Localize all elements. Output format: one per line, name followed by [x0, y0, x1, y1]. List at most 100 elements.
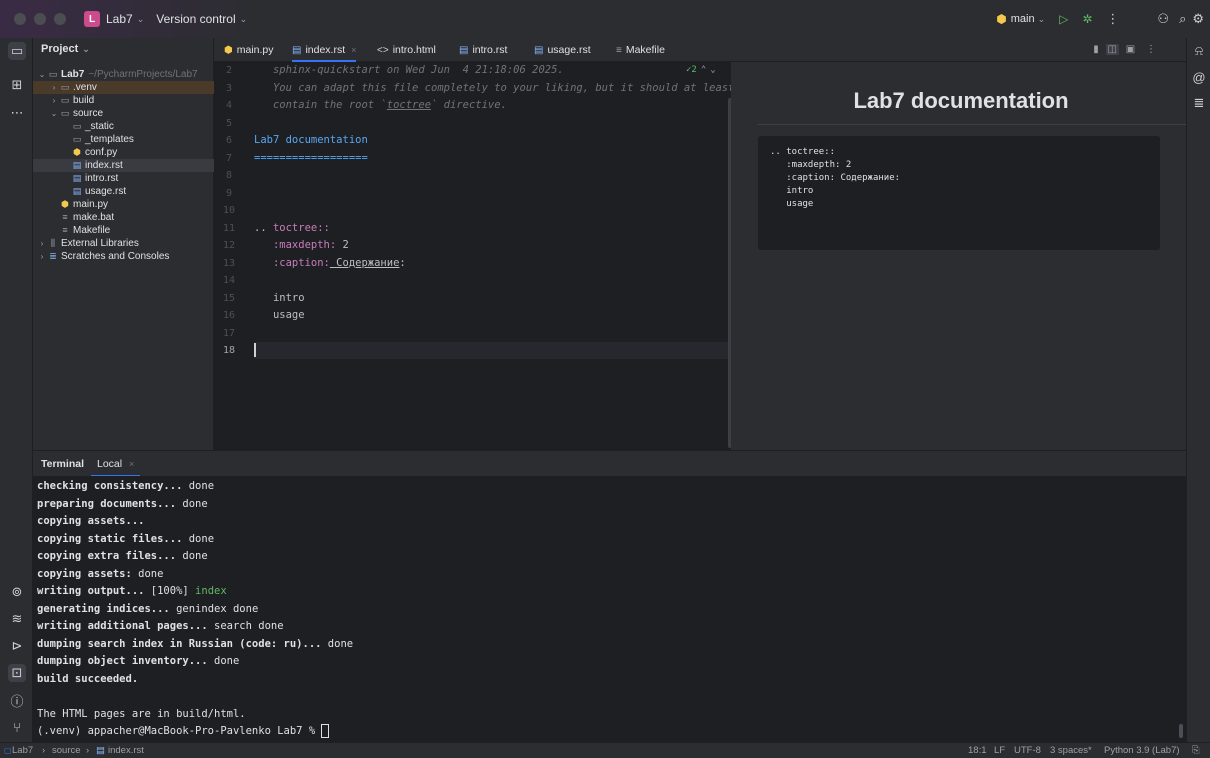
file-encoding[interactable]: UTF-8	[1014, 743, 1041, 758]
chevron-down-icon: ⌄	[82, 43, 90, 54]
close-tab-icon[interactable]: ×	[129, 459, 134, 469]
project-switcher[interactable]: Lab7	[106, 12, 133, 26]
terminal-tab-local[interactable]: Local ×	[91, 451, 141, 477]
rst-file-icon: ▤	[534, 45, 544, 56]
code-editor[interactable]: sphinx-quickstart on Wed Jun 4 21:18:06 …	[254, 62, 732, 450]
git-icon[interactable]: ⑂	[8, 718, 26, 736]
tree-item[interactable]: › ≣ Scratches and Consoles	[33, 250, 214, 263]
breadcrumb-file[interactable]: index.rst	[108, 743, 144, 758]
breadcrumb-separator-icon: ›	[42, 745, 46, 756]
add-user-icon[interactable]: ⚇	[1157, 11, 1169, 27]
line-separator[interactable]: LF	[994, 743, 1005, 758]
chevron-icon[interactable]: ⌄	[49, 107, 59, 120]
terminal-line: preparing documents... done	[37, 496, 208, 514]
more-icon[interactable]: ⋮	[1146, 44, 1156, 55]
tree-item[interactable]: ▭ _static	[33, 120, 214, 133]
chevron-icon[interactable]: ›	[37, 237, 47, 250]
chevron-up-icon[interactable]: ⌃	[701, 65, 706, 75]
html-file-icon: <>	[377, 45, 389, 56]
indent-setting[interactable]: 3 spaces*	[1050, 743, 1092, 758]
chevron-icon[interactable]: ›	[49, 81, 59, 94]
tree-item[interactable]: ⌄ ▭ source	[33, 107, 214, 120]
editor-view-mode-toggles[interactable]: ▮ ◫ ▣ ⋮	[1093, 38, 1156, 62]
more-tools-icon[interactable]: ⋯	[8, 104, 26, 122]
line-number: 11	[222, 222, 236, 234]
zoom-window-button[interactable]	[54, 13, 66, 25]
python-packages-icon[interactable]: ⊚	[8, 583, 26, 601]
tree-item[interactable]: ▤ intro.rst	[33, 172, 214, 185]
lock-icon[interactable]: ⎘	[1192, 743, 1200, 758]
minimize-window-button[interactable]	[34, 13, 46, 25]
tree-item[interactable]: ≡ make.bat	[33, 211, 214, 224]
run-icon[interactable]: ▷	[1059, 12, 1068, 26]
tree-item[interactable]: › ▭ .venv	[33, 81, 214, 94]
rst-file-icon: ▤	[72, 160, 82, 170]
python-interpreter[interactable]: Python 3.9 (Lab7)	[1104, 743, 1180, 758]
project-folder-icon[interactable]: ▭	[8, 42, 26, 60]
terminal-line-text: The HTML pages are in build/html.	[37, 707, 246, 720]
search-icon[interactable]: ⌕	[1179, 11, 1186, 27]
services-icon[interactable]: ⊳	[8, 637, 26, 655]
tab-intro-rst[interactable]: ▤ intro.rst	[459, 38, 507, 62]
terminal-line-text: done	[176, 497, 208, 510]
structure-icon[interactable]: ⊞	[8, 76, 26, 94]
library-icon: ⫼	[50, 238, 56, 248]
tree-item[interactable]: ⌄ ▭ Lab7 ~/PycharmProjects/Lab7	[33, 68, 214, 81]
tree-item[interactable]: › ▭ build	[33, 94, 214, 107]
chevron-icon[interactable]: ›	[49, 94, 59, 107]
rst-preview-pane: Lab7 documentation .. toctree:: :maxdept…	[736, 62, 1186, 450]
code-line-3: You can adapt this file completely to yo…	[254, 81, 732, 94]
layers-icon[interactable]: ≋	[8, 610, 26, 628]
breadcrumb-project[interactable]: Lab7	[12, 743, 33, 758]
tab-usage-rst[interactable]: ▤ usage.rst	[534, 38, 591, 62]
tree-item-label: build	[73, 95, 95, 106]
tree-item[interactable]: ≡ Makefile	[33, 224, 214, 237]
tree-item-label: .venv	[73, 82, 97, 93]
tree-item[interactable]: ⬢ conf.py	[33, 146, 214, 159]
terminal-line: writing output... [100%] index	[37, 583, 227, 601]
close-window-button[interactable]	[14, 13, 26, 25]
ai-assistant-icon[interactable]: @	[1190, 68, 1208, 86]
breadcrumb-folder[interactable]: source	[52, 743, 81, 758]
tree-item[interactable]: ▭ _templates	[33, 133, 214, 146]
chevron-icon[interactable]: ⌄	[37, 68, 47, 81]
title-bar: L Lab7 ⌄ Version control ⌄ ⬢ main ⌄ ▷ ✲ …	[0, 0, 1210, 38]
tree-item[interactable]: ⬢ main.py	[33, 198, 214, 211]
tab-index-rst[interactable]: ▤ index.rst ×	[292, 38, 357, 62]
terminal-icon[interactable]: ⊡	[8, 664, 26, 682]
caret-position[interactable]: 18:1	[968, 743, 987, 758]
preview-only-icon[interactable]: ▣	[1126, 44, 1135, 55]
tree-item-label: index.rst	[85, 160, 123, 171]
debug-icon[interactable]: ✲	[1082, 12, 1092, 26]
code-line-2: sphinx-quickstart on Wed Jun 4 21:18:06 …	[254, 64, 564, 76]
settings-gear-icon[interactable]: ⚙	[1192, 11, 1204, 27]
vcs-menu[interactable]: Version control	[156, 12, 235, 26]
chevron-icon[interactable]: ›	[37, 250, 47, 263]
tree-item[interactable]: ▤ usage.rst	[33, 185, 214, 198]
tab-main-py[interactable]: ⬢ main.py	[224, 38, 274, 62]
code-line-12: :maxdepth: 2	[254, 239, 349, 251]
project-panel-header[interactable]: Project ⌄	[33, 38, 213, 60]
tab-intro-html[interactable]: <> intro.html	[377, 38, 436, 62]
terminal-line: generating indices... genindex done	[37, 601, 258, 619]
split-view-icon[interactable]: ◫	[1105, 44, 1119, 55]
tab-makefile[interactable]: ≡ Makefile	[616, 38, 665, 62]
more-actions-icon[interactable]: ⋮	[1106, 11, 1119, 27]
chevron-down-icon: ⌄	[239, 13, 248, 24]
notifications-bell-icon[interactable]: ⍾	[1190, 42, 1208, 60]
editor-only-icon[interactable]: ▮	[1093, 44, 1099, 55]
database-icon[interactable]: ≣	[1190, 94, 1208, 112]
terminal-output[interactable]: checking consistency... done preparing do…	[33, 476, 1186, 742]
chevron-down-icon[interactable]: ⌄	[710, 65, 715, 75]
python-file-icon: ⬢	[73, 147, 81, 157]
close-tab-icon[interactable]: ×	[351, 45, 356, 55]
text-file-icon: ≡	[62, 212, 68, 222]
inspection-widget[interactable]: ✓2 ⌃ ⌄	[686, 62, 716, 79]
problems-icon[interactable]: ⓘ	[8, 691, 26, 709]
code-line-16: usage	[254, 309, 305, 321]
run-config-selector[interactable]: main	[1011, 13, 1035, 25]
terminal-line-text: [100%]	[144, 585, 196, 597]
terminal-scrollbar[interactable]	[1179, 724, 1183, 738]
tree-item[interactable]: ▤ index.rst	[33, 159, 214, 172]
tree-item[interactable]: › ⫼ External Libraries	[33, 237, 214, 250]
